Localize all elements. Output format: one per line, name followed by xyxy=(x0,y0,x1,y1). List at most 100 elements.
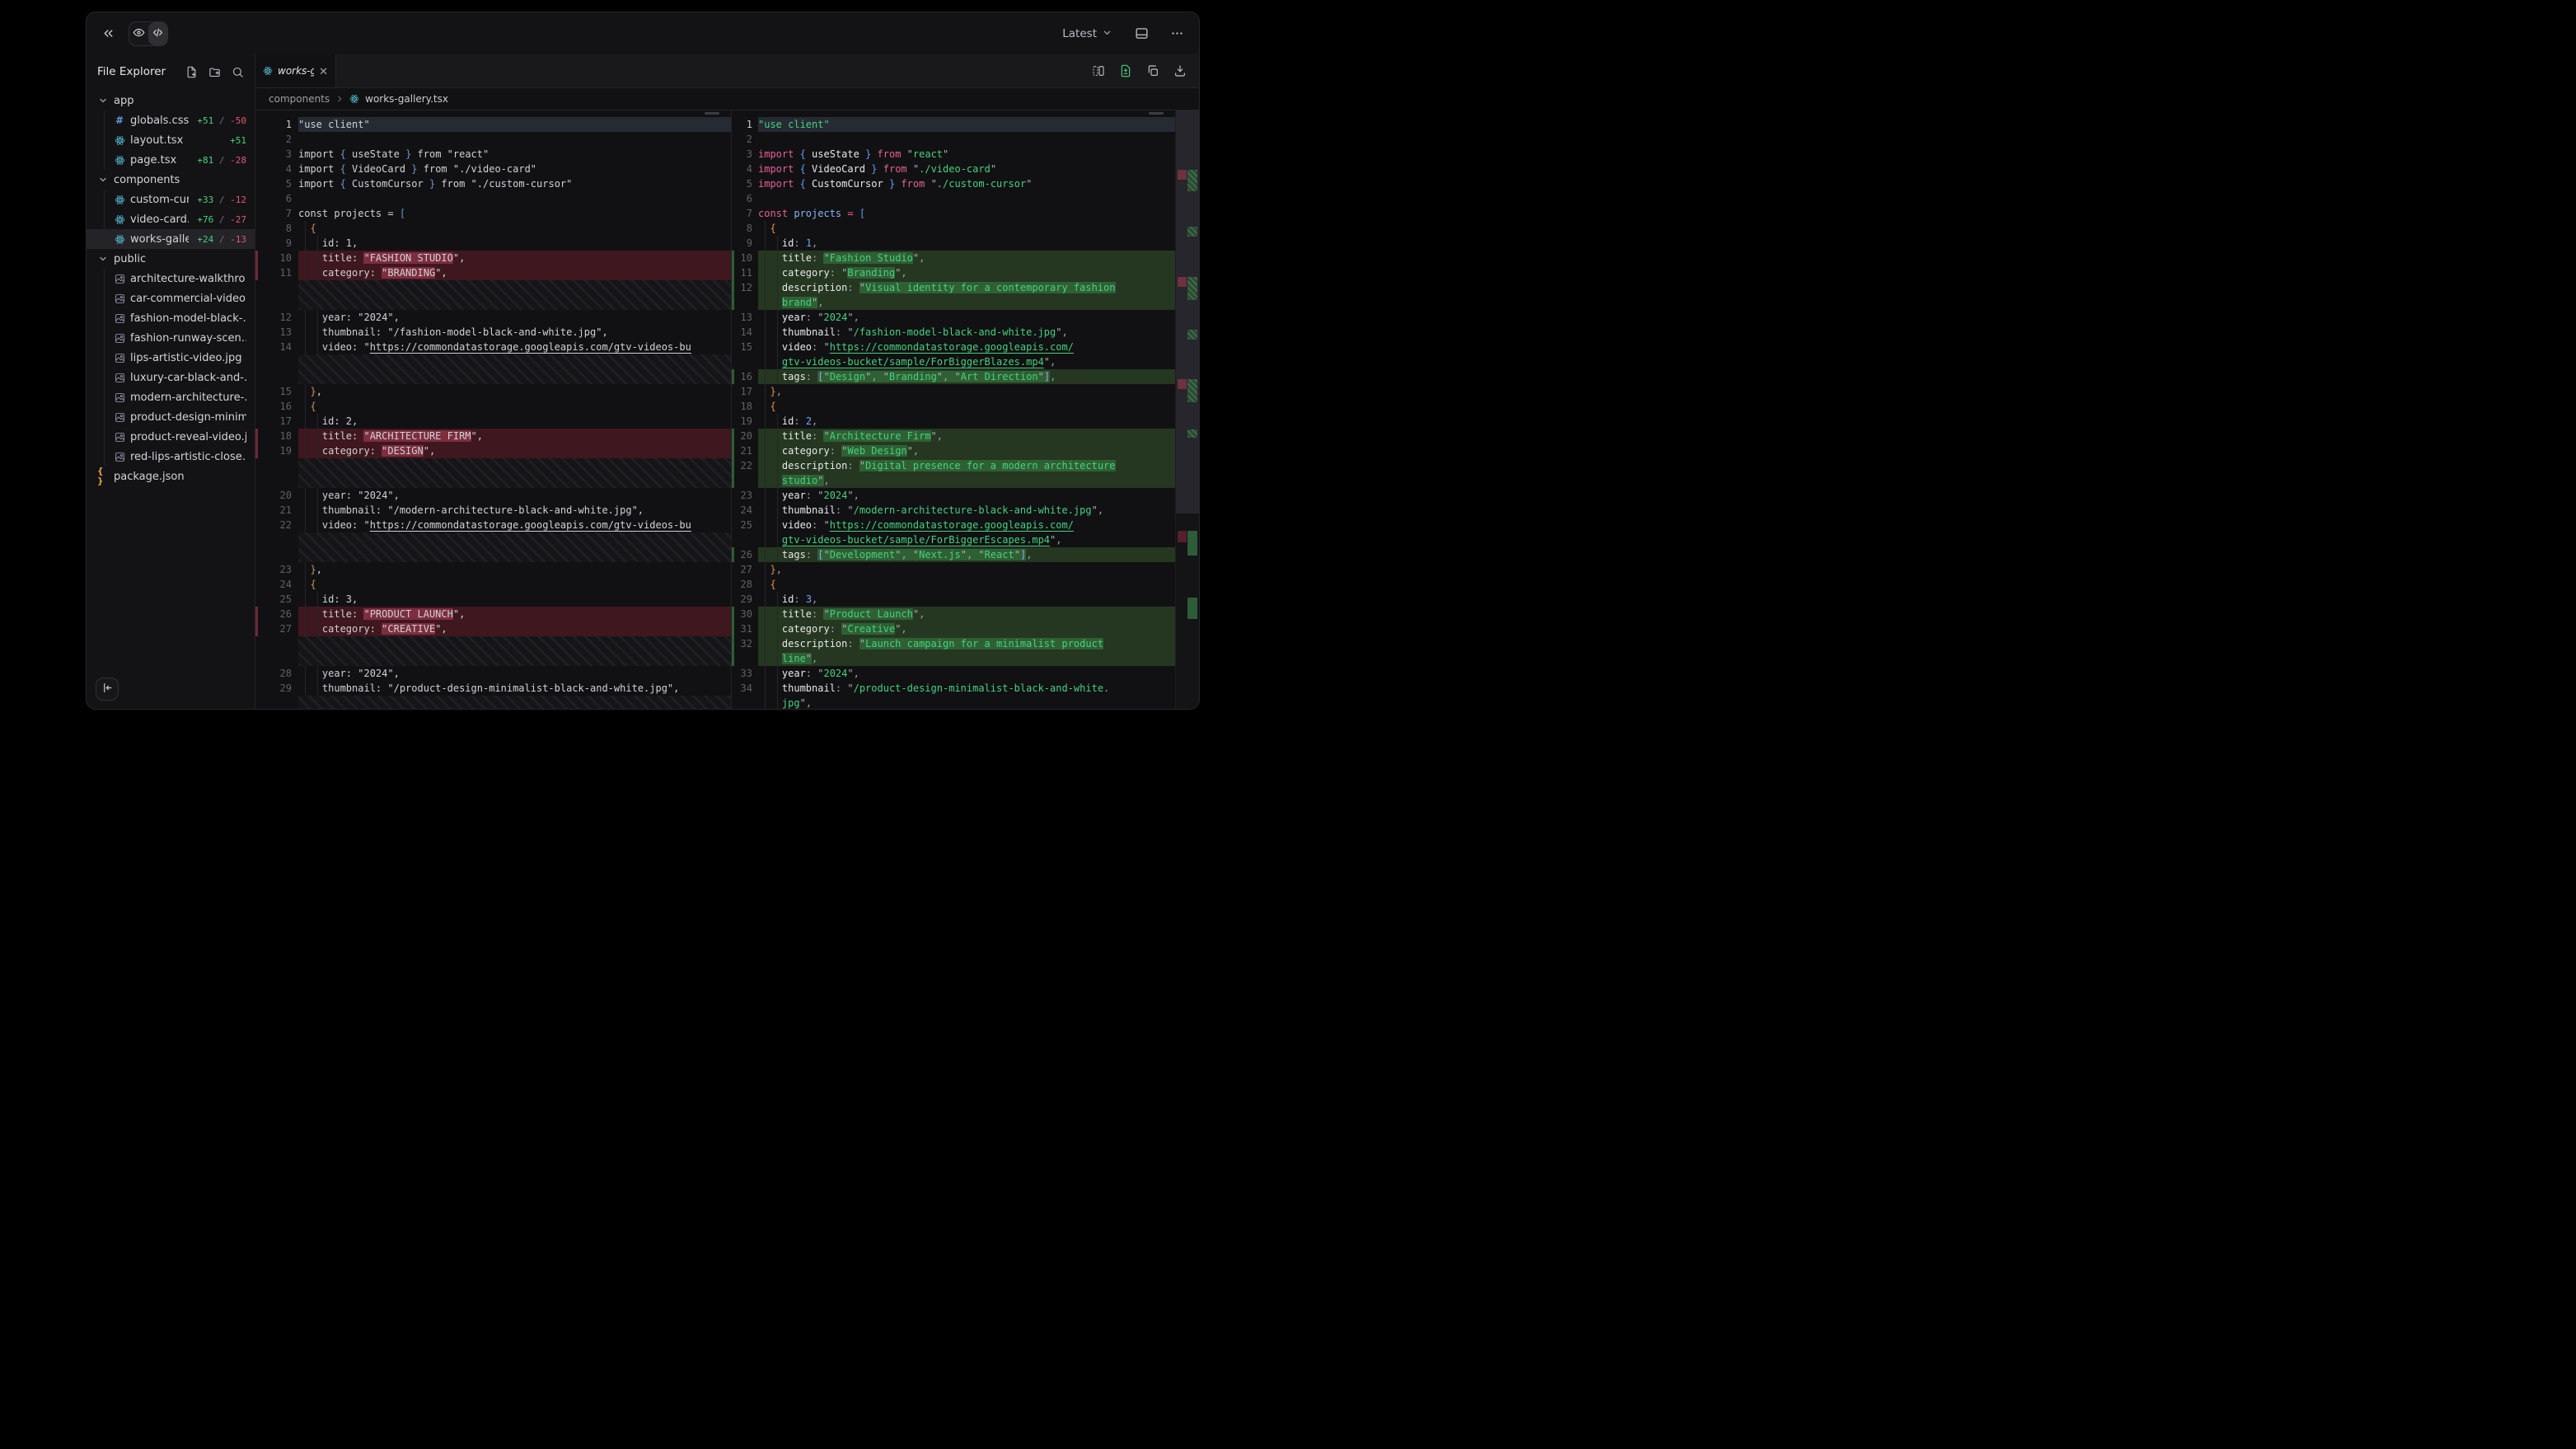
file-label: app xyxy=(114,95,246,107)
collapse-sidebar-button[interactable] xyxy=(96,678,119,701)
minimap-removed-mark xyxy=(1178,379,1187,389)
code-line: 21 thumbnail: "/modern-architecture-blac… xyxy=(255,503,731,518)
sidebar-file-works-galler-[interactable]: works-galler…+24 / -13 xyxy=(87,229,255,249)
file-label: custom-curs… xyxy=(130,194,189,206)
line-number: 6 xyxy=(736,191,758,206)
minimap-removed-mark xyxy=(1178,277,1187,287)
image-file-icon xyxy=(114,432,125,443)
file-label: components xyxy=(114,174,246,186)
code-line: 16 { xyxy=(255,399,731,414)
code-toggle-button[interactable] xyxy=(148,22,167,45)
chevron-down-icon xyxy=(97,96,109,106)
diff-filler-block xyxy=(255,532,731,562)
panel-layout-button[interactable] xyxy=(1131,23,1152,44)
code-line: 8 { xyxy=(732,221,1175,236)
sidebar-folder-public[interactable]: public xyxy=(87,249,255,269)
more-options-button[interactable] xyxy=(1167,23,1187,44)
line-number: 7 xyxy=(262,206,298,221)
horizontal-scrollbar-thumb[interactable] xyxy=(1149,112,1164,115)
sidebar-file-lips-artistic-video.jpg[interactable]: lips-artistic-video.jpg xyxy=(87,348,255,368)
line-number: 20 xyxy=(262,488,298,503)
line-number: 23 xyxy=(736,488,758,503)
chevron-down-icon xyxy=(97,175,109,185)
file-label: red-lips-artistic-close… xyxy=(130,451,246,463)
collapse-panel-button[interactable] xyxy=(98,23,119,44)
line-number: 17 xyxy=(736,384,758,399)
line-number: 26 xyxy=(262,607,298,621)
image-file-icon xyxy=(114,373,125,383)
code-line: 12 year: "2024", xyxy=(255,310,731,325)
diff-view-button[interactable] xyxy=(1119,64,1132,77)
minimap-added-mark xyxy=(1187,379,1197,402)
minimap-added-mark xyxy=(1187,170,1197,191)
line-number: 13 xyxy=(262,325,298,340)
image-file-icon xyxy=(114,313,125,324)
line-number: 21 xyxy=(262,503,298,518)
new-file-button[interactable] xyxy=(185,66,198,78)
sidebar-file-page.tsx[interactable]: page.tsx+81 / -28 xyxy=(87,150,255,170)
sidebar-file-product-design-minim-[interactable]: product-design-minim… xyxy=(87,407,255,427)
file-tree: app #globals.css+51 / -50layout.tsx+51pag… xyxy=(87,89,255,709)
version-dropdown[interactable]: Latest xyxy=(1057,26,1117,41)
file-explorer-header: File Explorer xyxy=(87,54,255,89)
code-line: gtv-videos-bucket/sample/ForBiggerEscape… xyxy=(732,532,1175,547)
diff-filler-block xyxy=(255,696,731,709)
search-files-button[interactable] xyxy=(232,66,244,78)
diff-filler-block xyxy=(255,280,731,310)
code-line: 6 xyxy=(732,191,1175,206)
line-number: 2 xyxy=(736,132,758,147)
new-folder-button[interactable] xyxy=(208,66,221,78)
sidebar-file-fashion-model-black-[interactable]: fashion-model-black-… xyxy=(87,308,255,328)
sidebar-folder-app[interactable]: app xyxy=(87,91,255,110)
view-toggle xyxy=(129,21,168,46)
file-label: layout.tsx xyxy=(130,134,222,147)
sidebar-file-fashion-runway-scen-[interactable]: fashion-runway-scen… xyxy=(87,328,255,348)
chevron-down-icon xyxy=(97,254,109,264)
line-number: 5 xyxy=(736,176,758,191)
line-number: 30 xyxy=(736,607,758,621)
code-line: 15 }, xyxy=(255,384,731,399)
sidebar-file-globals.css[interactable]: #globals.css+51 / -50 xyxy=(87,110,255,130)
sidebar-folder-components[interactable]: components xyxy=(87,170,255,190)
sidebar-file-layout.tsx[interactable]: layout.tsx+51 xyxy=(87,130,255,150)
code-line: 25 video: "https://commondatastorage.goo… xyxy=(732,518,1175,532)
sidebar-file-product-reveal-video.j-[interactable]: product-reveal-video.j… xyxy=(87,427,255,447)
sidebar-file-video-card.tsx[interactable]: video-card.tsx+76 / -27 xyxy=(87,209,255,229)
react-icon xyxy=(263,63,273,79)
horizontal-scrollbar-thumb[interactable] xyxy=(705,112,719,115)
sidebar-file-red-lips-artistic-close-[interactable]: red-lips-artistic-close… xyxy=(87,447,255,467)
code-line: 5import { CustomCursor } from "./custom-… xyxy=(255,176,731,191)
line-number: 7 xyxy=(736,206,758,221)
line-number: 16 xyxy=(736,369,758,384)
sidebar-file-architecture-walkthro-[interactable]: architecture-walkthro… xyxy=(87,269,255,288)
search-icon xyxy=(232,66,244,78)
diff-pane-original: 1"use client"23import { useState } from … xyxy=(255,110,732,709)
sidebar-file-package.json[interactable]: { }package.json xyxy=(87,467,255,486)
tab-works-gallery[interactable]: works-gallery.tsx ✕ xyxy=(255,54,336,87)
download-button[interactable] xyxy=(1173,64,1187,77)
diff-minimap[interactable] xyxy=(1175,110,1199,709)
line-number: 12 xyxy=(262,310,298,325)
code-line: 11 category: "BRANDING", xyxy=(255,265,731,280)
minimap-added-mark xyxy=(1187,429,1197,438)
line-number: 29 xyxy=(736,592,758,607)
file-label: product-reveal-video.j… xyxy=(130,431,246,443)
diff-view: 1"use client"23import { useState } from … xyxy=(255,110,1199,709)
sidebar-file-luxury-car-black-and-[interactable]: luxury-car-black-and-… xyxy=(87,368,255,387)
sidebar-file-car-commercial-video-[interactable]: car-commercial-video… xyxy=(87,288,255,308)
breadcrumb-folder[interactable]: components xyxy=(269,93,330,105)
sidebar-file-custom-curs-[interactable]: custom-curs…+33 / -12 xyxy=(87,190,255,209)
preview-toggle-button[interactable] xyxy=(129,22,148,45)
line-number xyxy=(736,651,758,666)
line-number: 5 xyxy=(262,176,298,191)
css-hash-icon: # xyxy=(114,115,125,126)
copy-button[interactable] xyxy=(1146,64,1159,77)
tab-close-button[interactable]: ✕ xyxy=(319,66,328,77)
file-label: modern-architecture-… xyxy=(130,392,246,404)
code-line: 16 tags: ["Design", "Branding", "Art Dir… xyxy=(732,369,1175,384)
file-explorer-sidebar: File Explorer xyxy=(87,54,255,709)
sidebar-file-modern-architecture-[interactable]: modern-architecture-… xyxy=(87,387,255,407)
split-view-button[interactable] xyxy=(1092,64,1105,77)
line-number xyxy=(736,473,758,488)
code-line: 26 tags: ["Development", "Next.js", "Rea… xyxy=(732,547,1175,562)
